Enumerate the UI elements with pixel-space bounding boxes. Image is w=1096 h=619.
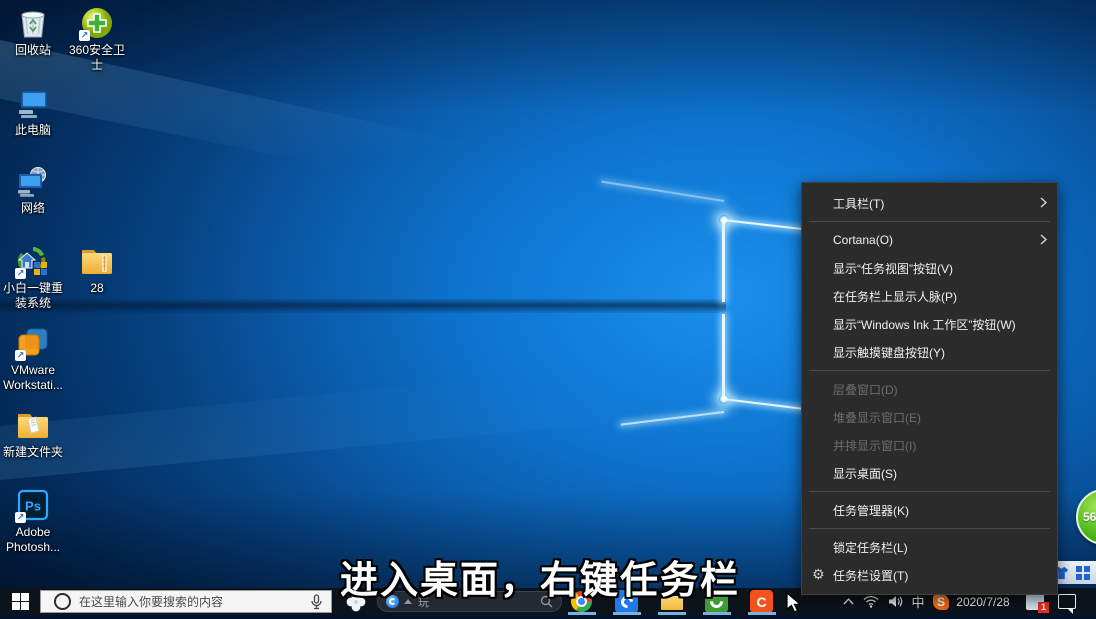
window-edge-line <box>601 181 724 202</box>
menu-item-label: Cortana(O) <box>833 233 893 247</box>
window-glow-node <box>719 215 729 225</box>
xiaobai-reinstall-icon: ↗ <box>16 244 50 278</box>
desktop: { "subtitle": { "text": "进入桌面，右键任务栏" }, … <box>0 0 1096 615</box>
menu-separator <box>809 221 1050 222</box>
window-edge-line <box>722 314 725 399</box>
light-beam <box>0 300 730 480</box>
menu-item-task-manager[interactable]: 任务管理器(K) <box>802 496 1057 524</box>
windows-logo-icon <box>12 593 29 610</box>
menu-item-label: 层叠窗口(D) <box>833 381 898 398</box>
app-badge-icon: 1 <box>1026 594 1044 610</box>
menu-item-cascade-windows: 层叠窗口(D) <box>802 375 1057 403</box>
menu-separator <box>809 491 1050 492</box>
menu-separator <box>809 370 1050 371</box>
menu-separator <box>809 528 1050 529</box>
desktop-icon-label: 此电脑 <box>15 123 51 138</box>
gear-icon: ⚙ <box>812 566 825 583</box>
desktop-icon-label: VMware Workstati... <box>3 363 63 393</box>
desktop-icon-label: 360安全卫士 <box>65 43 129 73</box>
desktop-icon-xiaobai-reinstall[interactable]: ↗ 小白一键重 装系统 <box>1 244 65 311</box>
menu-item-windows-ink[interactable]: 显示“Windows Ink 工作区”按钮(W) <box>802 310 1057 338</box>
menu-item-label: 并排显示窗口(I) <box>833 437 916 454</box>
desktop-icon-this-pc[interactable]: 此电脑 <box>1 86 65 138</box>
menu-item-label: 显示“Windows Ink 工作区”按钮(W) <box>833 316 1016 333</box>
menu-item-task-view-button[interactable]: 显示“任务视图”按钮(V) <box>802 254 1057 282</box>
folder-icon <box>80 244 114 278</box>
menu-item-taskbar-settings[interactable]: ⚙ 任务栏设置(T) <box>802 561 1057 589</box>
desktop-icon-360-safe[interactable]: ↗ 360安全卫士 <box>65 6 129 73</box>
360-safe-icon: ↗ <box>80 6 114 40</box>
recycle-bin-icon <box>16 6 50 40</box>
window-edge-line <box>723 219 803 230</box>
desktop-icon-new-folder[interactable]: 新建文件夹 <box>1 408 65 460</box>
sogou-icon: S <box>933 594 949 610</box>
desktop-icon-network[interactable]: 网络 <box>1 164 65 216</box>
action-center-icon <box>1058 594 1076 609</box>
chevron-up-icon <box>843 598 854 605</box>
menu-item-lock-taskbar[interactable]: 锁定任务栏(L) <box>802 533 1057 561</box>
this-pc-icon <box>16 86 50 120</box>
photoshop-icon: Ps ↗ <box>16 488 50 522</box>
window-edge-line <box>723 398 803 410</box>
menu-item-label: 堆叠显示窗口(E) <box>833 409 921 426</box>
network-icon <box>16 164 50 198</box>
menu-item-stack-windows: 堆叠显示窗口(E) <box>802 403 1057 431</box>
svg-text:Ps: Ps <box>25 499 41 514</box>
window-edge-line <box>621 411 724 426</box>
desktop-icon-label: 新建文件夹 <box>3 445 63 460</box>
search-placeholder: 在这里输入你要搜索的内容 <box>79 593 302 610</box>
menu-item-toolbars[interactable]: 工具栏(T) <box>802 189 1057 217</box>
desktop-icon-recycle-bin[interactable]: 回收站 <box>1 6 65 58</box>
shortcut-arrow-icon: ↗ <box>79 30 90 41</box>
desktop-icon-folder-28[interactable]: 28 <box>65 244 129 296</box>
video-subtitle: 进入桌面，右键任务栏 <box>340 549 740 604</box>
menu-item-label: 显示桌面(S) <box>833 465 897 482</box>
chevron-right-icon <box>1040 234 1047 245</box>
desktop-icon-photoshop[interactable]: Ps ↗ Adobe Photosh... <box>1 488 65 555</box>
orange-app-icon: C <box>756 594 766 610</box>
taskbar-context-menu: 工具栏(T) Cortana(O) 显示“任务视图”按钮(V) 在任务栏上显示人… <box>801 182 1058 595</box>
date-label: 2020/7/28 <box>956 595 1009 609</box>
badge-count: 1 <box>1038 602 1049 613</box>
start-button[interactable] <box>0 588 40 615</box>
window-edge-line <box>722 220 725 302</box>
menu-item-label: 显示触摸键盘按钮(Y) <box>833 344 945 361</box>
taskbar-search-input[interactable]: 在这里输入你要搜索的内容 <box>40 590 332 613</box>
window-glow-node <box>719 394 729 404</box>
menu-item-show-desktop[interactable]: 显示桌面(S) <box>802 459 1057 487</box>
desktop-icon-label: 回收站 <box>15 43 51 58</box>
menu-item-side-by-side-windows: 并排显示窗口(I) <box>802 431 1057 459</box>
menu-item-label: 在任务栏上显示人脉(P) <box>833 288 957 305</box>
wifi-icon <box>863 595 879 608</box>
window-dark-band <box>0 299 726 313</box>
menu-item-label: 任务管理器(K) <box>833 502 909 519</box>
grid-icon[interactable] <box>1076 566 1090 580</box>
menu-item-label: 任务栏设置(T) <box>833 567 908 584</box>
microphone-icon[interactable] <box>311 594 322 610</box>
shortcut-arrow-icon: ↗ <box>15 512 26 523</box>
desktop-icon-vmware[interactable]: ↗ VMware Workstati... <box>1 326 65 393</box>
menu-item-label: 工具栏(T) <box>833 195 884 212</box>
desktop-icon-label: 网络 <box>21 201 45 216</box>
menu-item-show-people[interactable]: 在任务栏上显示人脉(P) <box>802 282 1057 310</box>
shortcut-arrow-icon: ↗ <box>15 350 26 361</box>
desktop-icon-label: 小白一键重 装系统 <box>3 281 63 311</box>
menu-item-label: 锁定任务栏(L) <box>833 539 908 556</box>
cortana-icon <box>54 593 71 610</box>
desktop-icon-label: 28 <box>90 281 103 296</box>
desktop-icon-label: Adobe Photosh... <box>6 525 60 555</box>
taskbar-app-orange[interactable]: C <box>750 590 773 613</box>
menu-item-touch-keyboard[interactable]: 显示触摸键盘按钮(Y) <box>802 338 1057 366</box>
menu-item-cortana[interactable]: Cortana(O) <box>802 226 1057 254</box>
menu-item-label: 显示“任务视图”按钮(V) <box>833 260 953 277</box>
shortcut-arrow-icon: ↗ <box>15 268 26 279</box>
speaker-icon <box>888 595 903 608</box>
folder-icon <box>16 408 50 442</box>
speed-ball-value: 56 <box>1083 510 1096 524</box>
chevron-right-icon <box>1040 197 1047 208</box>
vmware-icon: ↗ <box>16 326 50 360</box>
